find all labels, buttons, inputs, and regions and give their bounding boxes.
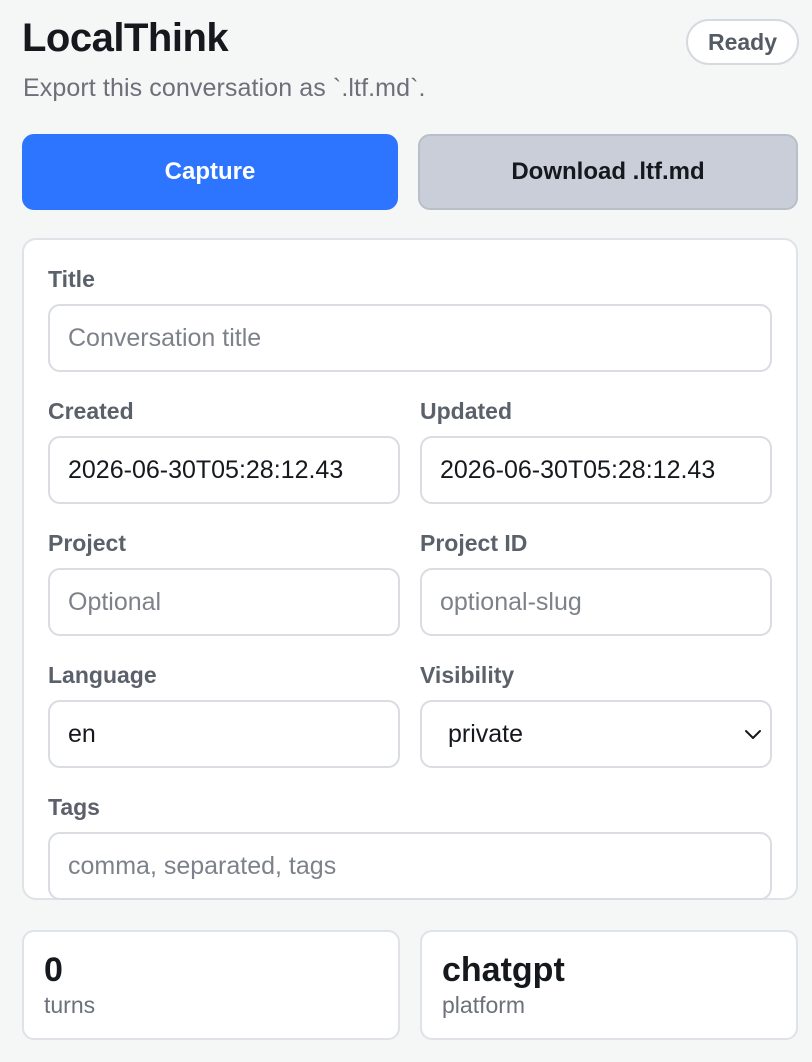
subtitle: Export this conversation as `.ltf.md`. xyxy=(23,74,426,102)
status-badge: Ready xyxy=(685,19,799,65)
platform-stat: chatgpt platform xyxy=(420,930,798,1040)
tags-field: Tags comma, separated, tags xyxy=(48,794,772,900)
title-field: Title Conversation title xyxy=(48,266,772,372)
visibility-value: private xyxy=(420,700,772,768)
visibility-label: Visibility xyxy=(420,662,515,688)
title-input[interactable]: Conversation title xyxy=(48,304,772,372)
visibility-field: Visibility private xyxy=(420,660,772,768)
chevron-down-icon xyxy=(745,730,761,739)
visibility-select[interactable]: private xyxy=(420,700,772,768)
language-label: Language xyxy=(48,662,157,688)
updated-label: Updated xyxy=(420,398,512,424)
metadata-form: Title Conversation title Created 2026-06… xyxy=(22,238,798,900)
project-id-input[interactable]: optional-slug xyxy=(420,568,772,636)
updated-field: Updated 2026-06-30T05:28:12.43 xyxy=(420,396,772,504)
updated-input[interactable]: 2026-06-30T05:28:12.43 xyxy=(420,436,772,504)
project-field: Project Optional xyxy=(48,528,400,636)
download-button[interactable]: Download .ltf.md xyxy=(418,134,798,210)
project-id-field: Project ID optional-slug xyxy=(420,528,772,636)
turns-label: turns xyxy=(44,992,96,1018)
project-id-label: Project ID xyxy=(420,530,528,556)
turns-count: 0 xyxy=(44,951,63,989)
turns-stat: 0 turns xyxy=(22,930,400,1040)
action-bar: Capture Download .ltf.md xyxy=(22,134,798,210)
project-input[interactable]: Optional xyxy=(48,568,400,636)
header: LocalThink Ready Export this conversatio… xyxy=(22,0,799,128)
platform-value: chatgpt xyxy=(442,951,565,989)
app-title: LocalThink xyxy=(22,16,229,60)
tags-input[interactable]: comma, separated, tags xyxy=(48,832,772,900)
title-label: Title xyxy=(48,266,95,292)
platform-label: platform xyxy=(442,992,526,1018)
project-label: Project xyxy=(48,530,126,556)
popup-page: LocalThink Ready Export this conversatio… xyxy=(0,0,812,1062)
stats-row: 0 turns chatgpt platform xyxy=(22,930,798,1040)
capture-button[interactable]: Capture xyxy=(22,134,398,210)
created-input[interactable]: 2026-06-30T05:28:12.43 xyxy=(48,436,400,504)
language-input[interactable]: en xyxy=(48,700,400,768)
language-field: Language en xyxy=(48,660,400,768)
created-label: Created xyxy=(48,398,134,424)
created-field: Created 2026-06-30T05:28:12.43 xyxy=(48,396,400,504)
tags-label: Tags xyxy=(48,794,100,820)
